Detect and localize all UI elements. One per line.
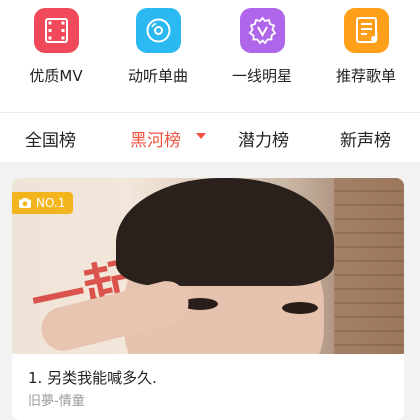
camera-icon	[19, 198, 31, 208]
disc-icon	[135, 8, 181, 53]
hair	[116, 178, 334, 286]
tab-national[interactable]: 全国榜	[25, 126, 76, 151]
song-artist: 旧夢-情童	[28, 394, 85, 409]
song-cover-image[interactable]: 一起 NO.1	[12, 178, 404, 354]
song-title: 1. 另类我能喊多久.	[28, 369, 157, 387]
film-icon	[33, 8, 79, 53]
category-mv[interactable]: 优质MV	[6, 8, 106, 86]
tab-potential[interactable]: 潜力榜	[238, 126, 289, 151]
song-card[interactable]: 一起 NO.1 1. 另类我能喊多久. 旧夢-情童	[12, 178, 404, 420]
rank-label: NO.1	[36, 196, 66, 210]
category-label: 一线明星	[231, 67, 292, 85]
star-badge-icon	[239, 8, 285, 53]
background-wall	[334, 178, 404, 354]
chevron-down-icon[interactable]	[196, 133, 206, 139]
category-single[interactable]: 动听单曲	[108, 8, 208, 86]
category-playlist[interactable]: 推荐歌单	[316, 8, 416, 86]
right-eye	[282, 302, 318, 314]
playlist-icon	[343, 8, 389, 53]
chart-tabs: 全国榜 黑河榜 潜力榜 新声榜	[0, 112, 420, 162]
category-label: 动听单曲	[127, 67, 188, 85]
category-bar: 优质MV 动听单曲 一线明星 推荐歌单	[0, 0, 420, 112]
category-star[interactable]: 一线明星	[212, 8, 312, 86]
rank-badge: NO.1	[12, 192, 74, 214]
tab-heihe[interactable]: 黑河榜	[130, 126, 181, 151]
category-label: 优质MV	[29, 67, 83, 85]
category-label: 推荐歌单	[335, 67, 396, 85]
tab-new-voice[interactable]: 新声榜	[340, 126, 391, 151]
